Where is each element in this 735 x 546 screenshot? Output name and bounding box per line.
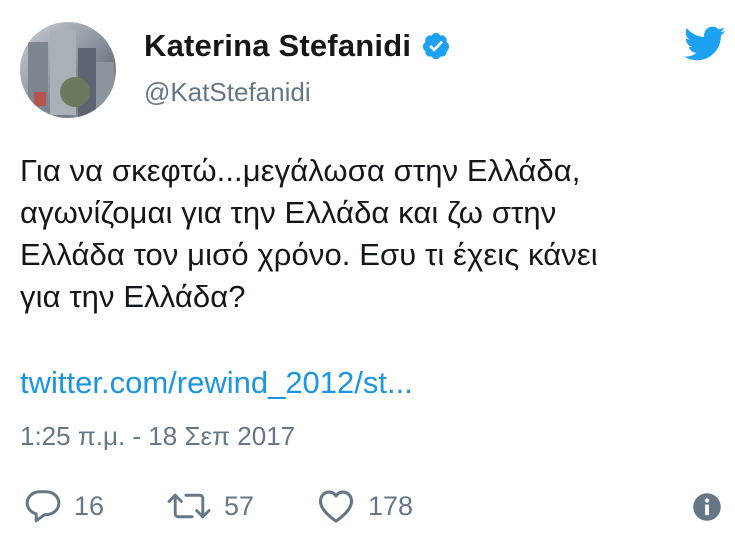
info-icon[interactable]: [692, 492, 722, 522]
like-button[interactable]: 178: [316, 488, 413, 524]
author-name-row: Katerina Stefanidi: [144, 28, 451, 64]
retweet-count: 57: [224, 490, 255, 521]
like-count: 178: [368, 490, 414, 521]
heart-icon: [316, 488, 356, 524]
action-bar: 16 57 178: [20, 488, 725, 530]
reply-button[interactable]: 16: [24, 488, 104, 524]
reply-count: 16: [74, 490, 105, 521]
reply-icon: [24, 488, 62, 524]
retweet-icon: [166, 488, 212, 524]
retweet-button[interactable]: 57: [166, 488, 254, 524]
display-name[interactable]: Katerina Stefanidi: [144, 28, 411, 64]
avatar[interactable]: [20, 22, 116, 118]
tweet-text: Για να σκεφτώ...μεγάλωσα στην Ελλάδα, αγ…: [20, 153, 598, 314]
tweet-timestamp[interactable]: 1:25 π.μ. - 18 Σεπ 2017: [20, 421, 295, 452]
tweet-link[interactable]: twitter.com/rewind_2012/st...: [20, 362, 413, 404]
tweet-card: Katerina Stefanidi @KatStefanidi Για να …: [0, 0, 735, 546]
verified-badge-icon: [421, 31, 451, 61]
user-handle[interactable]: @KatStefanidi: [144, 77, 311, 108]
twitter-bird-icon[interactable]: [684, 26, 726, 62]
